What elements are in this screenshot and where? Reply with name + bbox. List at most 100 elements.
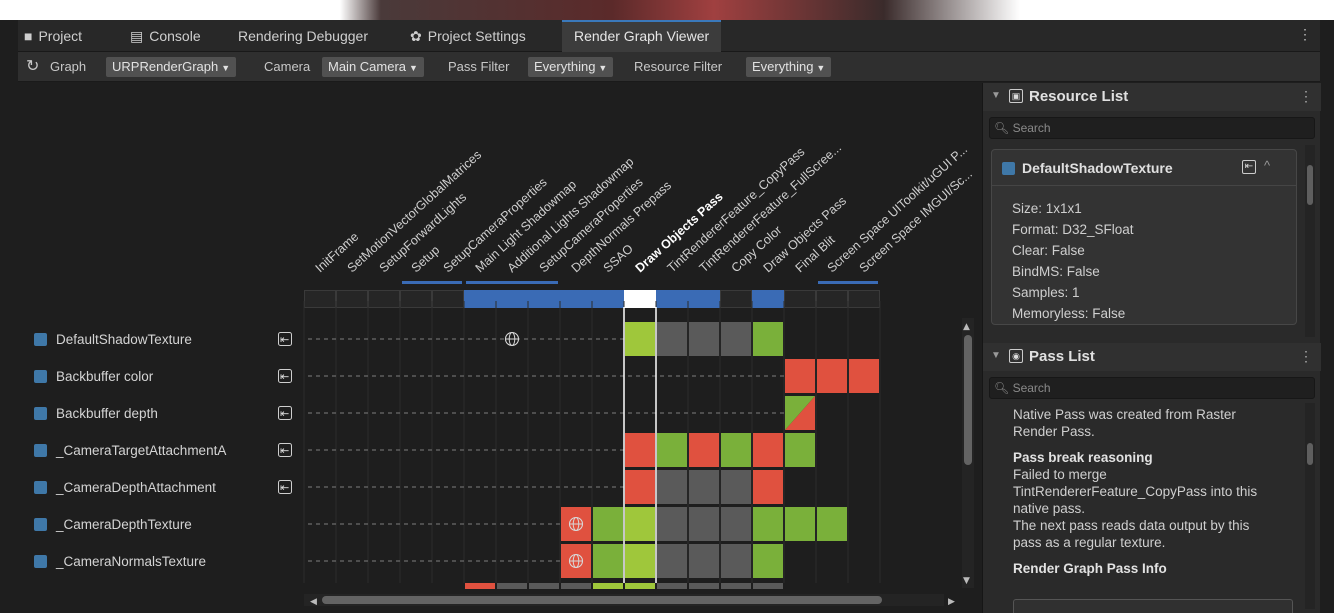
pass-header-cell[interactable] — [592, 290, 624, 308]
resource-name[interactable]: Backbuffer color — [56, 369, 154, 384]
kebab-menu-icon[interactable]: ⋮ — [1299, 348, 1313, 365]
resource-usage-cell[interactable] — [721, 433, 751, 467]
resource-usage-cell[interactable] — [625, 433, 655, 467]
resource-card: DefaultShadowTexture ⇤ ^ Size: 1x1x1 For… — [991, 149, 1297, 325]
pass-list-header[interactable]: ▼ ◉ Pass List ⋮ — [983, 343, 1321, 371]
resource-filter-dropdown[interactable]: Everything ▼ — [746, 57, 832, 77]
resource-list-header[interactable]: ▼ ▣ Resource List ⋮ — [983, 83, 1321, 111]
tab-render-graph-viewer[interactable]: Render Graph Viewer — [562, 20, 722, 52]
kebab-menu-icon[interactable]: ⋮ — [1299, 88, 1313, 105]
resource-usage-cell[interactable] — [657, 544, 687, 578]
resource-name[interactable]: DefaultShadowTexture — [56, 332, 192, 347]
resource-usage-cell[interactable] — [849, 359, 879, 393]
scroll-up-arrow[interactable]: ▲ — [963, 322, 970, 332]
scroll-left-arrow[interactable]: ◀ — [310, 597, 317, 607]
collapse-triangle-icon[interactable]: ▼ — [991, 90, 1001, 101]
resource-usage-cell[interactable] — [753, 470, 783, 504]
pass-header-cell[interactable] — [624, 290, 656, 308]
resource-usage-cell[interactable] — [625, 544, 655, 578]
scrollbar-thumb[interactable] — [322, 596, 882, 604]
pass-header-cell[interactable] — [368, 290, 400, 308]
resource-usage-cell — [561, 583, 591, 589]
resource-usage-cell[interactable] — [753, 544, 783, 578]
kebab-menu-icon[interactable]: ⋮ — [1298, 26, 1312, 43]
resource-usage-cell[interactable] — [689, 433, 719, 467]
resource-name[interactable]: _CameraNormalsTexture — [55, 554, 206, 569]
tab-console[interactable]: ▤ Console — [130, 20, 201, 52]
resource-usage-cell[interactable] — [753, 507, 783, 541]
pass-list-scrollbar[interactable] — [1305, 403, 1315, 609]
refresh-icon[interactable]: ↻ — [26, 52, 39, 82]
render-graph-view[interactable]: InitFrame SetMotionVectorGlobalMatrices Se… — [18, 83, 980, 613]
resource-usage-cell[interactable] — [785, 359, 815, 393]
resource-list-icon: ▣ — [1009, 89, 1023, 103]
scrollbar-thumb[interactable] — [964, 335, 972, 465]
resource-usage-cell[interactable] — [817, 507, 847, 541]
resource-usage-cell[interactable] — [657, 433, 687, 467]
resource-usage-cell[interactable] — [593, 544, 623, 578]
collapse-triangle-icon[interactable]: ▼ — [991, 350, 1001, 361]
resource-prop: BindMS: False — [1012, 264, 1100, 279]
tab-project[interactable]: ■ Project — [24, 20, 82, 52]
resource-usage-cell[interactable] — [785, 507, 815, 541]
resource-list-scrollbar[interactable] — [1305, 145, 1315, 337]
resource-usage-cell[interactable] — [689, 322, 719, 356]
pass-header-cell[interactable] — [464, 290, 496, 308]
pass-header-cell[interactable] — [752, 290, 784, 308]
resource-name[interactable]: _CameraTargetAttachmentA — [55, 443, 226, 458]
pass-search-input[interactable]: 🔍︎ Search — [989, 377, 1315, 399]
resource-usage-cell[interactable] — [689, 470, 719, 504]
pass-header-cell[interactable] — [400, 290, 432, 308]
pass-header-cell[interactable] — [848, 290, 880, 308]
resource-usage-cell[interactable] — [625, 507, 655, 541]
resource-usage-cell[interactable] — [625, 470, 655, 504]
pass-header-cell[interactable] — [816, 290, 848, 308]
resource-usage-cell[interactable] — [593, 507, 623, 541]
pass-header-cell[interactable] — [560, 290, 592, 308]
resource-usage-cell[interactable] — [721, 470, 751, 504]
pass-header-cell[interactable] — [688, 290, 720, 308]
resource-usage-cell[interactable] — [625, 322, 655, 356]
pass-header-cell[interactable] — [656, 290, 688, 308]
resource-usage-cell[interactable] — [657, 507, 687, 541]
pass-header-cell[interactable] — [432, 290, 464, 308]
scroll-down-arrow[interactable]: ▼ — [963, 576, 970, 586]
resource-name[interactable]: Backbuffer depth — [56, 406, 158, 421]
resource-usage-cell[interactable] — [721, 544, 751, 578]
resource-usage-cell[interactable] — [721, 322, 751, 356]
resource-usage-cell[interactable] — [721, 507, 751, 541]
resource-usage-cell[interactable] — [657, 322, 687, 356]
pass-header-cell[interactable] — [784, 290, 816, 308]
resource-search-input[interactable]: 🔍︎ Search — [989, 117, 1315, 139]
chevron-up-icon[interactable]: ^ — [1264, 158, 1270, 173]
resource-usage-cell[interactable] — [753, 322, 783, 356]
pass-header-cell[interactable] — [528, 290, 560, 308]
import-icon[interactable]: ⇤ — [1242, 160, 1256, 174]
resource-usage-cell[interactable] — [657, 470, 687, 504]
tab-rendering-debugger[interactable]: Rendering Debugger — [238, 20, 368, 52]
scrollbar-thumb[interactable] — [1307, 443, 1313, 465]
resource-usage-cell[interactable] — [817, 359, 847, 393]
pass-filter-dropdown[interactable]: Everything ▼ — [528, 57, 614, 77]
resource-card-header[interactable]: DefaultShadowTexture ⇤ ^ — [992, 150, 1296, 186]
pass-header-cell[interactable] — [336, 290, 368, 308]
pass-header-cell[interactable] — [720, 290, 752, 308]
texture-icon — [34, 333, 47, 346]
graph-dropdown[interactable]: URPRenderGraph ▼ — [106, 57, 237, 77]
scroll-right-arrow[interactable]: ▶ — [948, 597, 955, 607]
resource-usage-cell[interactable] — [689, 544, 719, 578]
resource-usage-cell[interactable] — [753, 433, 783, 467]
tab-project-settings[interactable]: ✿ Project Settings — [410, 20, 526, 52]
resource-usage-cell — [689, 583, 719, 589]
resource-name[interactable]: _CameraDepthAttachment — [55, 480, 216, 495]
resource-usage-cell[interactable] — [785, 433, 815, 467]
pass-info-row[interactable] — [1013, 599, 1293, 613]
scrollbar-thumb[interactable] — [1307, 165, 1313, 205]
camera-dropdown[interactable]: Main Camera ▼ — [322, 57, 424, 77]
resource-usage-cell[interactable] — [689, 507, 719, 541]
pass-label[interactable]: Screen Space UIToolkit/uGUI P... — [825, 142, 971, 275]
pass-header-cell[interactable] — [304, 290, 336, 308]
resource-name[interactable]: _CameraDepthTexture — [55, 517, 192, 532]
render-graph-canvas[interactable]: InitFrameSetMotionVectorGlobalMatricesSe… — [18, 83, 980, 613]
pass-header-cell[interactable] — [496, 290, 528, 308]
